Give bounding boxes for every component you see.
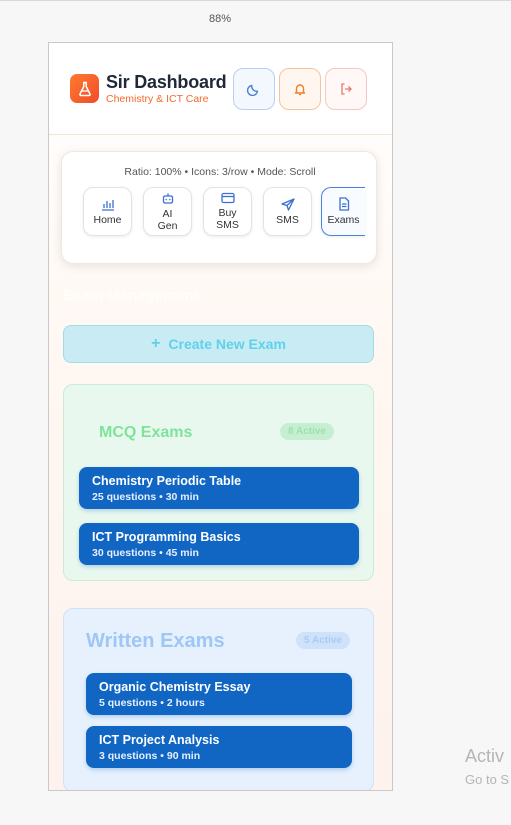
app-header: Sir Dashboard Chemistry & ICT Care — [49, 43, 392, 135]
nav-label-sms: SMS — [276, 213, 299, 226]
exam-meta: 5 questions • 2 hours — [99, 697, 205, 709]
app-viewport: Sir Dashboard Chemistry & ICT Care Ratio… — [48, 42, 393, 791]
exam-title: Chemistry Periodic Table — [92, 474, 242, 488]
logout-icon — [341, 83, 352, 95]
exam-title: Organic Chemistry Essay — [99, 680, 251, 694]
nav-settings-info: Ratio: 100% • Icons: 3/row • Mode: Scrol… — [124, 166, 316, 178]
exam-title: ICT Programming Basics — [92, 530, 241, 544]
bell-icon — [294, 84, 306, 96]
written-exams-section: Written Exams 5 Active Organic Chemistry… — [63, 608, 374, 790]
nav-exams-button[interactable]: Exams — [321, 187, 365, 236]
exam-meta: 25 questions • 30 min — [92, 491, 199, 503]
exam-meta: 30 questions • 45 min — [92, 547, 199, 559]
flask-icon — [70, 74, 99, 103]
app-title: Sir Dashboard — [106, 72, 227, 92]
zoom-level: 88% — [208, 13, 232, 25]
nav-home-button[interactable]: Home — [83, 187, 132, 236]
exam-card-ict-project-analysis[interactable]: ICT Project Analysis 3 questions • 90 mi… — [86, 726, 352, 768]
plus-icon: + — [151, 335, 161, 352]
card-icon — [220, 192, 235, 204]
mcq-section-title: MCQ Exams — [99, 424, 193, 441]
activation-watermark-subtitle: Go to S — [465, 772, 510, 787]
notifications-button[interactable] — [279, 68, 321, 110]
top-divider — [0, 0, 511, 1]
mcq-exams-section: MCQ Exams 8 Active Chemistry Periodic Ta… — [63, 384, 374, 581]
exam-card-ict-programming-basics[interactable]: ICT Programming Basics 30 questions • 45… — [79, 523, 359, 565]
mcq-active-badge: 8 Active — [280, 423, 334, 440]
exam-title: ICT Project Analysis — [99, 733, 220, 747]
exam-card-chemistry-periodic-table[interactable]: Chemistry Periodic Table 25 questions • … — [79, 467, 359, 509]
nav-label-exams: Exams — [327, 214, 360, 226]
nav-label-ai-gen: AI Gen — [157, 207, 178, 232]
nav-label-home: Home — [93, 213, 122, 226]
create-exam-label: Create New Exam — [168, 336, 286, 352]
chart-icon — [101, 199, 114, 211]
nav-buy-sms-button[interactable]: Buy SMS — [203, 187, 252, 236]
nav-label-buy-sms: Buy SMS — [216, 207, 239, 231]
send-icon — [280, 197, 295, 211]
quick-nav-card: Ratio: 100% • Icons: 3/row • Mode: Scrol… — [61, 151, 377, 264]
app-subtitle: Chemistry & ICT Care — [106, 93, 209, 105]
exam-meta: 3 questions • 90 min — [99, 750, 201, 762]
moon-icon — [247, 84, 259, 96]
create-exam-button[interactable]: + Create New Exam — [63, 325, 374, 363]
written-active-badge: 5 Active — [296, 632, 350, 649]
activation-watermark-title: Activ — [465, 746, 505, 766]
written-section-title: Written Exams — [86, 630, 225, 652]
nav-sms-button[interactable]: SMS — [263, 187, 312, 236]
exam-card-organic-chemistry-essay[interactable]: Organic Chemistry Essay 5 questions • 2 … — [86, 673, 352, 715]
robot-icon — [162, 193, 173, 204]
logout-button[interactable] — [325, 68, 367, 110]
document-icon — [338, 197, 349, 211]
page-title: Exam Management — [63, 287, 199, 304]
theme-toggle-button[interactable] — [233, 68, 275, 110]
nav-ai-gen-button[interactable]: AI Gen — [143, 187, 192, 236]
